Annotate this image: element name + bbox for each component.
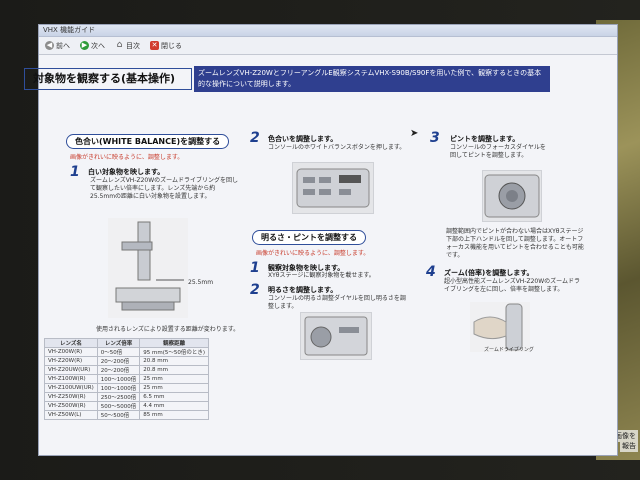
table-cell: VH-Z250W(R) <box>44 392 98 402</box>
column-header: レンズ名 <box>44 338 98 348</box>
section-brightness-focus: 明るさ・ピントを調整する <box>252 230 366 245</box>
step-title: 明るさを調整します。 <box>268 286 338 294</box>
lens-table: レンズ名 レンズ倍率 観察距離 VH-Z00W(R) 0〜50倍 95 mm(5〜5… <box>44 338 210 420</box>
table-row: VH-Z100UW(UR) 100〜1000倍 25 mm <box>44 383 210 393</box>
table-cell: 250〜2500倍 <box>96 392 141 402</box>
step-text: コンソールの明るさ調整ダイヤルを回し明るさを調整します。 <box>268 295 406 310</box>
section-intro: 画像がきれいに映るように、調整します。 <box>256 250 370 257</box>
toolbar: ◀ 前へ ▶ 次へ ⌂ 目次 ✕ 閉じる <box>39 37 617 55</box>
table-row: VH-Z50W(L) 50〜500倍 85 mm <box>44 410 210 420</box>
table-cell: 0〜50倍 <box>96 347 141 357</box>
page-header: 対象物を観察する(基本操作) ズームレンズVH-Z20WとフリーアングルE観察シ… <box>24 66 550 94</box>
zoom-ring-image <box>470 302 530 352</box>
dial-illustration <box>304 316 368 356</box>
column-header: 観察距離 <box>139 338 210 348</box>
table-cell: 100〜1000倍 <box>96 374 141 384</box>
focus-dial-image <box>482 170 542 222</box>
page-title: 対象物を観察する(基本操作) <box>24 68 192 90</box>
close-label: 閉じる <box>161 41 182 50</box>
table-cell: 20.8 mm <box>139 365 210 375</box>
step-number: 3 <box>430 130 440 146</box>
step-text: コンソールのフォーカスダイヤルを回してピントを調整します。 <box>450 144 546 159</box>
table-cell: 100〜1000倍 <box>96 383 141 393</box>
console-illustration <box>296 168 370 208</box>
table-cell: 20.8 mm <box>139 356 210 366</box>
table-cell: 95 mm(5〜50倍のとき) <box>139 347 210 357</box>
section-white-balance: 色合い(WHITE BALANCE)を調整する <box>66 134 230 149</box>
table-row: VH-Z250W(R) 250〜2500倍 6.5 mm <box>44 392 210 402</box>
back-label: 前へ <box>56 41 70 50</box>
step-number: 1 <box>250 260 260 276</box>
step-number: 2 <box>250 282 260 298</box>
step-note: 調整範囲内でピントが合わない場合はXYθステージ下部の上下ハンドルを回して調整し… <box>446 228 584 259</box>
next-label: 次へ <box>91 41 105 50</box>
step-number: 2 <box>250 130 260 146</box>
step-title: 白い対象物を映します。 <box>88 168 165 176</box>
table-cell: 20〜200倍 <box>96 356 141 366</box>
table-cell: 500〜5000倍 <box>96 401 141 411</box>
table-cell: VH-Z100W(R) <box>44 374 98 384</box>
back-button[interactable]: ◀ 前へ <box>45 41 70 51</box>
microscope-illustration <box>115 221 184 311</box>
close-icon: ✕ <box>150 41 159 50</box>
table-cell: 25 mm <box>139 383 210 393</box>
table-row: VH-Z500W(R) 500〜5000倍 4.4 mm <box>44 401 210 411</box>
table-cell: 85 mm <box>139 410 210 420</box>
step-title: ピントを調整します。 <box>450 135 520 143</box>
table-cell: VH-Z00W(R) <box>44 347 98 357</box>
zoom-ring-illustration <box>473 303 523 351</box>
table-cell: 4.4 mm <box>139 401 210 411</box>
step-text: 超小型高性能ズームレンズVH-Z20Wのズームドライブリングを左に回し、倍率を調… <box>444 278 580 293</box>
table-cell: VH-Z50W(L) <box>44 410 98 420</box>
microscope-image <box>108 218 188 318</box>
step-title: 色合いを調整します。 <box>268 135 338 143</box>
table-row: VH-Z00W(R) 0〜50倍 95 mm(5〜50倍のとき) <box>44 347 210 357</box>
table-cell: 50〜500倍 <box>96 410 141 420</box>
home-icon: ⌂ <box>116 40 123 50</box>
mouse-cursor-icon: ➤ <box>410 128 419 139</box>
brightness-dial-image <box>300 312 372 360</box>
next-button[interactable]: ▶ 次へ <box>80 41 105 51</box>
table-cell: VH-Z20UW(UR) <box>44 365 98 375</box>
page-description: ズームレンズVH-Z20WとフリーアングルE観察システムVHX-S90B/S90… <box>194 66 550 92</box>
table-row: VH-Z20W(R) 20〜200倍 20.8 mm <box>44 356 210 366</box>
lens-note: 使用されるレンズにより設置する距離が変わります。 <box>96 326 240 333</box>
back-arrow-icon: ◀ <box>45 41 54 50</box>
step-text: ズームレンズVH-Z20Wのズームドライブリングを回して観察したい倍率にします。… <box>90 177 238 200</box>
table-row: VH-Z20UW(UR) 20〜200倍 20.8 mm <box>44 365 210 375</box>
step-text: コンソールのホワイトバランスボタンを押します。 <box>268 144 406 151</box>
table-cell: VH-Z20W(R) <box>44 356 98 366</box>
section-intro: 画像がきれいに映るように、調整します。 <box>70 154 184 161</box>
step-title: ズーム(倍率)を調整します。 <box>444 269 534 277</box>
close-button[interactable]: ✕ 閉じる <box>150 41 182 51</box>
console-image <box>292 162 374 214</box>
focus-dial-illustration <box>484 174 540 218</box>
ring-label: ズームドライブリング <box>484 347 534 353</box>
toc-label: 目次 <box>126 41 140 50</box>
toc-button[interactable]: ⌂ 目次 <box>115 41 140 51</box>
table-cell: VH-Z100UW(UR) <box>44 383 98 393</box>
distance-label: 25.5mm <box>188 279 214 286</box>
step-number: 4 <box>426 264 436 280</box>
table-cell: 20〜200倍 <box>96 365 141 375</box>
next-arrow-icon: ▶ <box>80 41 89 50</box>
table-cell: 25 mm <box>139 374 210 384</box>
table-cell: 6.5 mm <box>139 392 210 402</box>
step-text: XYθステージに観察対象物を載せます。 <box>268 272 375 279</box>
table-row: VH-Z100W(R) 100〜1000倍 25 mm <box>44 374 210 384</box>
window-title: VHX 機能ガイド <box>39 25 617 37</box>
table-cell: VH-Z500W(R) <box>44 401 98 411</box>
column-header: レンズ倍率 <box>96 338 141 348</box>
step-number: 1 <box>70 164 80 180</box>
